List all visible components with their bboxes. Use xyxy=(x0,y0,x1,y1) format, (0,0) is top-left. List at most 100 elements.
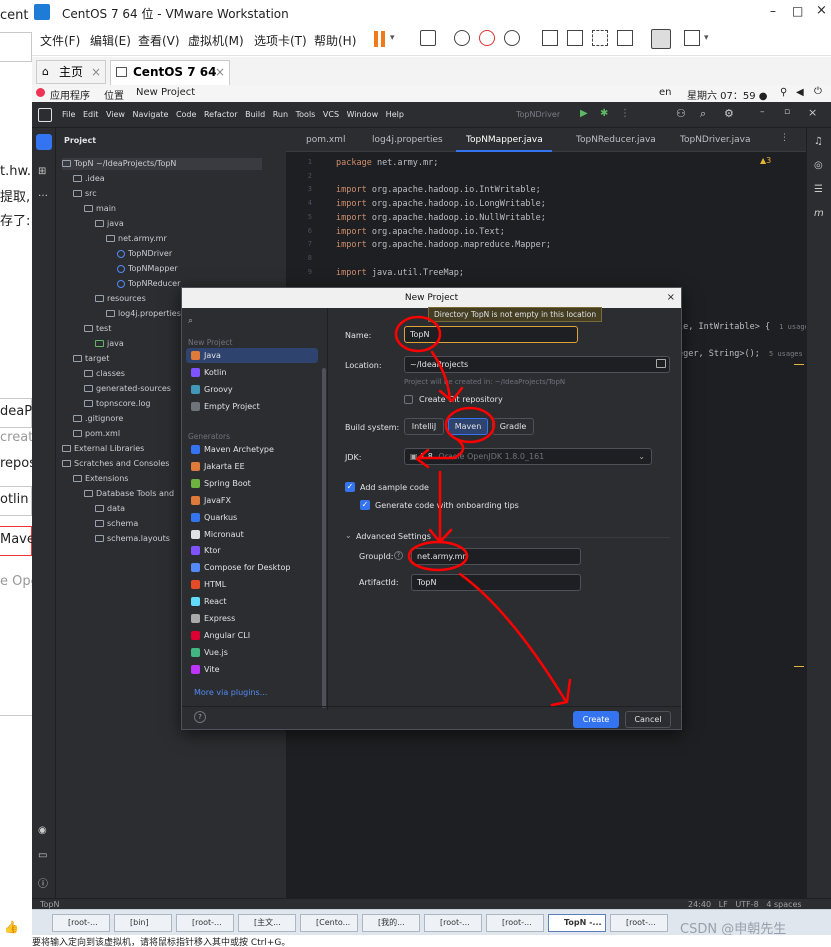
menu-refactor[interactable]: Refactor xyxy=(204,110,238,119)
tree-item[interactable]: topnscore.log xyxy=(84,398,150,410)
minimize-button[interactable]: – xyxy=(760,107,765,117)
tree-item[interactable]: Extensions xyxy=(73,473,128,485)
tree-item[interactable]: Scratches and Consoles xyxy=(62,458,169,470)
run-config-select[interactable]: TopNDriver xyxy=(516,110,560,119)
places-menu[interactable]: 位置 xyxy=(104,87,124,102)
menu-help[interactable]: Help xyxy=(386,110,404,119)
generator-item[interactable]: Jakarta EE xyxy=(186,459,318,474)
more-icon[interactable]: ⋮ xyxy=(620,108,630,119)
generator-item[interactable]: Express xyxy=(186,611,318,626)
project-type-empty-project[interactable]: Empty Project xyxy=(186,399,318,414)
tab-centos[interactable]: CentOS 7 64 位 × xyxy=(110,60,230,101)
menu-navigate[interactable]: Navigate xyxy=(133,110,169,119)
generator-item[interactable]: JavaFX xyxy=(186,493,318,508)
build-intellij-button[interactable]: IntelliJ xyxy=(404,418,444,435)
tree-item[interactable]: net.army.mr xyxy=(106,233,167,245)
taskbar-button[interactable]: [root-... xyxy=(610,914,668,932)
problems-tool-icon[interactable]: ⓘ xyxy=(38,875,48,890)
generator-item[interactable]: Angular CLI xyxy=(186,628,318,643)
generator-item[interactable]: Spring Boot xyxy=(186,476,318,491)
thumbs-up-icon[interactable]: 👍 xyxy=(4,920,24,934)
onboarding-checkbox[interactable]: ✓ xyxy=(360,500,370,510)
more-tools-icon[interactable]: … xyxy=(38,188,48,199)
help-button[interactable]: ? xyxy=(194,711,206,723)
terminal-icon[interactable] xyxy=(651,29,671,49)
tree-item[interactable]: java xyxy=(95,218,124,230)
generator-item[interactable]: Ktor xyxy=(186,543,318,558)
build-gradle-button[interactable]: Gradle xyxy=(492,418,534,435)
tree-item[interactable]: Database Tools and xyxy=(84,488,174,500)
menu-edit[interactable]: 编辑(E) xyxy=(90,32,131,49)
generator-item[interactable]: Maven Archetype xyxy=(186,442,318,457)
groupid-input[interactable]: net.army.mr xyxy=(411,548,581,565)
chevron-down-icon[interactable]: ⌄ xyxy=(345,531,352,540)
project-type-kotlin[interactable]: Kotlin xyxy=(186,365,318,380)
taskbar-button[interactable]: TopN -... xyxy=(548,914,606,932)
tree-item[interactable]: src xyxy=(73,188,97,200)
tree-item[interactable]: External Libraries xyxy=(62,443,144,455)
search-icon[interactable]: ⌕ xyxy=(700,107,706,121)
power-icon[interactable]: ⏻ xyxy=(814,86,822,97)
structure-icon[interactable]: ⊞ xyxy=(38,166,46,177)
tab-pom[interactable]: pom.xml xyxy=(306,135,345,145)
input-language[interactable]: en xyxy=(659,87,672,98)
active-app[interactable]: New Project xyxy=(136,87,195,98)
tab-topndriver[interactable]: TopNDriver.java xyxy=(680,135,751,145)
maven-icon[interactable]: m xyxy=(814,208,824,219)
gear-icon[interactable]: ⚙ xyxy=(724,107,734,120)
cancel-button[interactable]: Cancel xyxy=(625,711,671,728)
applications-menu[interactable]: 应用程序 xyxy=(50,87,90,102)
help-icon[interactable]: ? xyxy=(394,551,403,560)
close-button[interactable]: × xyxy=(816,3,827,18)
accessibility-icon[interactable]: ⚲ xyxy=(780,87,787,98)
maximize-button[interactable]: ▫ xyxy=(784,107,790,117)
tab-topnmapper[interactable]: TopNMapper.java xyxy=(466,135,543,145)
snapshot-icon[interactable] xyxy=(454,30,470,46)
menu-view[interactable]: 查看(V) xyxy=(138,32,180,49)
taskbar-button[interactable]: [root-... xyxy=(486,914,544,932)
chevron-down-icon[interactable]: ▾ xyxy=(704,33,709,43)
generator-item[interactable]: Vite xyxy=(186,662,318,677)
menu-file[interactable]: File xyxy=(62,110,75,119)
database-icon[interactable]: ☰ xyxy=(814,184,823,195)
close-icon[interactable]: × xyxy=(91,61,101,83)
generator-item[interactable]: React xyxy=(186,594,318,609)
view-sidebar-icon[interactable] xyxy=(542,30,558,46)
tree-item[interactable]: TopNReducer xyxy=(117,278,180,290)
taskbar-button[interactable]: [Cento... xyxy=(300,914,358,932)
run-icon[interactable]: ▶ xyxy=(580,108,588,119)
taskbar-button[interactable]: [我的... xyxy=(362,914,420,932)
tab-log4j[interactable]: log4j.properties xyxy=(372,135,443,145)
menu-vcs[interactable]: VCS xyxy=(323,110,339,119)
close-button[interactable]: × xyxy=(808,106,817,119)
menu-view[interactable]: View xyxy=(106,110,125,119)
artifactid-input[interactable]: TopN xyxy=(411,574,581,591)
snapshot-manager-icon[interactable] xyxy=(504,30,520,46)
status-info[interactable]: 24:40 LF UTF-8 4 spaces xyxy=(688,900,802,909)
maximize-button[interactable]: □ xyxy=(792,4,803,18)
generator-item[interactable]: Quarkus xyxy=(186,510,318,525)
more-tabs-icon[interactable]: ⋮ xyxy=(780,133,789,143)
tree-item[interactable]: TopNDriver xyxy=(117,248,172,260)
minimize-button[interactable]: – xyxy=(770,4,776,18)
fullscreen-icon[interactable] xyxy=(592,30,608,46)
project-tool-icon[interactable] xyxy=(36,134,52,150)
warnings-badge[interactable]: ▲3 xyxy=(760,156,771,165)
generator-item[interactable]: HTML xyxy=(186,577,318,592)
tree-item[interactable]: generated-sources xyxy=(84,383,171,395)
chevron-down-icon[interactable]: ▾ xyxy=(390,33,395,43)
generator-item[interactable]: Compose for Desktop xyxy=(186,560,318,575)
view-console-icon[interactable] xyxy=(567,30,583,46)
dialog-close-button[interactable]: × xyxy=(667,292,675,303)
generator-item[interactable]: Vue.js xyxy=(186,645,318,660)
stretch-icon[interactable] xyxy=(684,30,700,46)
taskbar-button[interactable]: [bin] xyxy=(114,914,172,932)
notifications-icon[interactable]: ♫ xyxy=(814,136,823,147)
menu-code[interactable]: Code xyxy=(176,110,196,119)
project-panel-title[interactable]: Project xyxy=(64,136,96,145)
tree-item[interactable]: TopNMapper xyxy=(117,263,178,275)
tree-item[interactable]: data xyxy=(95,503,125,515)
menu-tabs[interactable]: 选项卡(T) xyxy=(254,32,307,49)
menu-help[interactable]: 帮助(H) xyxy=(314,32,356,49)
tab-home[interactable]: ⌂ 主页 × xyxy=(36,60,106,84)
